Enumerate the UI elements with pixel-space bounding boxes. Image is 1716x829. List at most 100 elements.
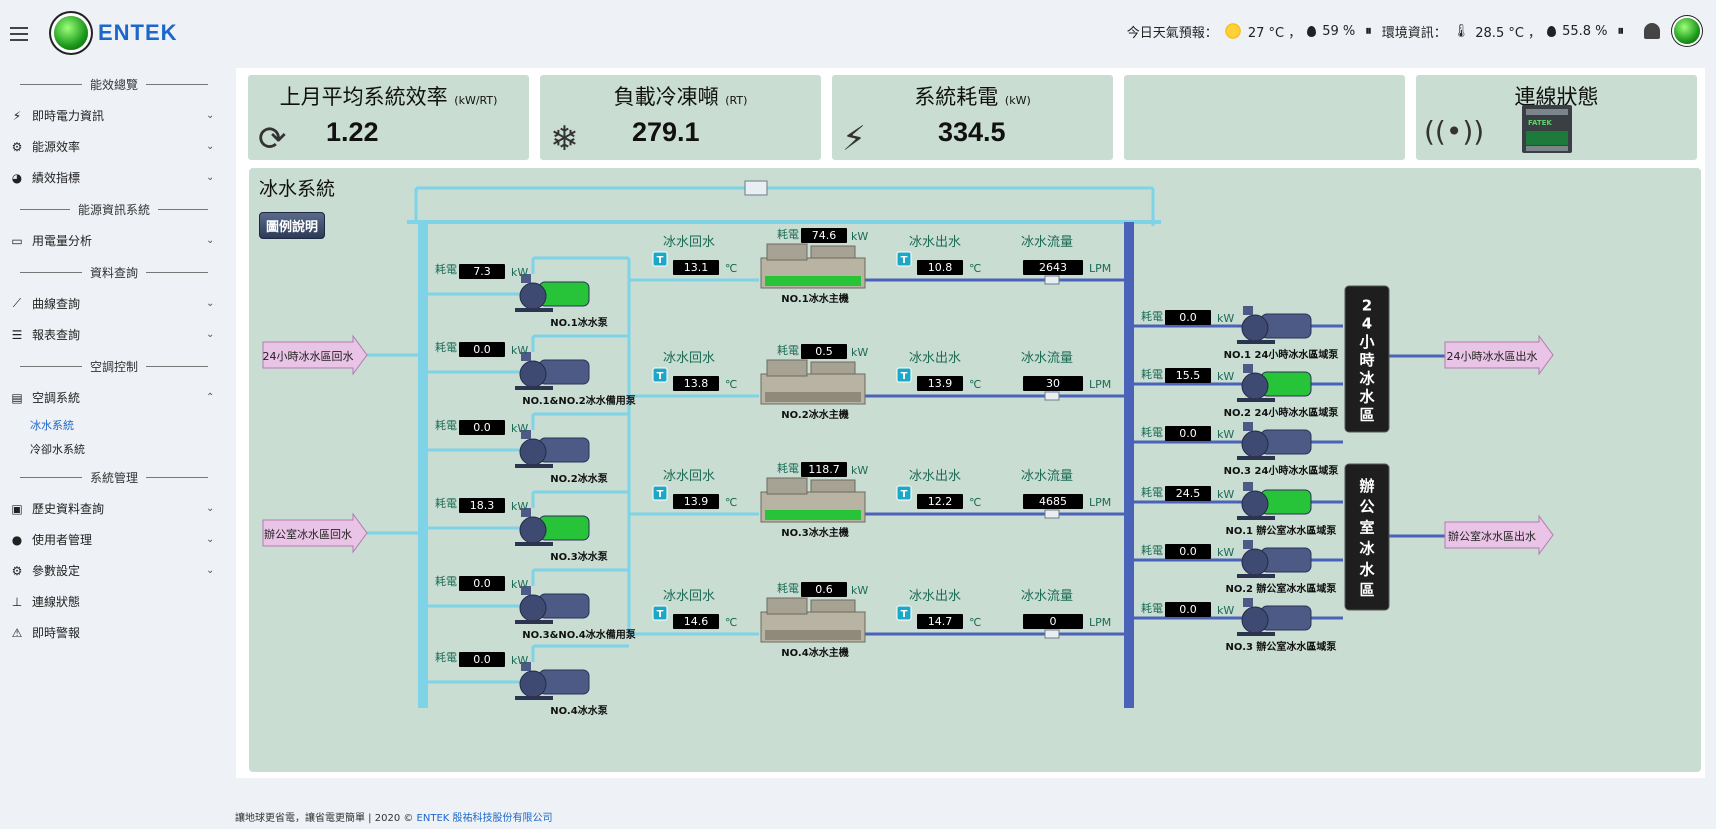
- sidebar-item-kpi[interactable]: ◕ 績效指標 ⌄: [0, 162, 228, 193]
- inlet-24h-label: 24小時冰水區回水: [263, 350, 354, 363]
- top-header: ENTEK 今日天氣預報： 27 °C ， 59 % ⏸ 環境資訊： 🌡 28.…: [0, 0, 1716, 68]
- chiller-4-supply-temp: 14.7: [928, 615, 953, 628]
- sun-icon: [1223, 22, 1242, 40]
- chevron-down-icon: ⌄: [206, 565, 215, 576]
- pump-2-name: NO.1&NO.2冰水備用泵: [522, 394, 637, 407]
- return-water-label: 冰水回水: [663, 469, 715, 484]
- zone-pump-5-outlet: [1243, 540, 1253, 549]
- pump-1-name: NO.1冰水泵: [550, 316, 608, 329]
- return-water-label: 冰水回水: [663, 351, 715, 366]
- load-value: 279.1: [632, 117, 700, 147]
- chiller-4-condenser: [810, 599, 856, 613]
- zone-pump-4-name: NO.1 辦公室冰水區域泵: [1226, 524, 1338, 537]
- sidebar-item-user-management[interactable]: ● 使用者管理 ⌄: [0, 524, 228, 555]
- zone-pump-3-kw: 0.0: [1179, 427, 1197, 440]
- power-label: 耗電: [777, 344, 799, 357]
- warning-icon: ⚠: [11, 625, 23, 640]
- power-label: 耗電: [435, 341, 457, 354]
- wireless-signal-icon: ((•)): [1424, 115, 1485, 148]
- chiller-1-return-temp: 13.1: [684, 261, 709, 274]
- kw-unit: kW: [511, 344, 528, 357]
- chiller-4-indicator: [765, 630, 861, 640]
- chiller-2-return-temp: 13.8: [684, 377, 709, 390]
- chiller-1-supply-temp: 10.8: [928, 261, 953, 274]
- sidebar-item-realtime-power[interactable]: ⚡ 即時電力資訊 ⌄: [0, 100, 228, 131]
- app-logo[interactable]: ENTEK: [54, 16, 178, 50]
- zone-pump-6-volute: [1241, 606, 1269, 634]
- power-label: 耗電: [777, 462, 799, 475]
- efficiency-value: 1.22: [326, 117, 379, 147]
- chiller-4-name: NO.4冰水主機: [781, 646, 848, 659]
- company-link[interactable]: ENTEK 殷祐科技股份有限公司: [417, 813, 553, 824]
- zone-pump-2-kw: 15.5: [1176, 369, 1201, 382]
- sidebar-item-connection[interactable]: ⊥ 連線狀態: [0, 586, 228, 617]
- celsius-unit: ℃: [969, 378, 981, 391]
- main-content: 上月平均系統效率 (kW/RT) ⟳ 1.22 負載冷凍噸 (RT) ❄ 279…: [236, 68, 1705, 778]
- pump-2-kw: 0.0: [473, 343, 491, 356]
- chevron-up-icon: ⌃: [206, 392, 215, 403]
- bell-icon[interactable]: [1644, 23, 1660, 39]
- user-avatar[interactable]: [1674, 18, 1700, 44]
- kw-unit: kW: [851, 346, 868, 359]
- pump-3-motor: [538, 437, 590, 463]
- chiller-1-kw: 74.6: [812, 229, 837, 242]
- separator: ⏸: [1617, 23, 1625, 39]
- zone-pump-5-motor: [1260, 547, 1312, 573]
- sidebar-item-usage-analysis[interactable]: ▭ 用電量分析 ⌄: [0, 225, 228, 256]
- zone-office-char: 冰: [1359, 539, 1375, 557]
- pump-4-motor: [538, 515, 590, 541]
- supply-water-label: 冰水出水: [909, 351, 961, 366]
- pump-1-motor: [538, 281, 590, 307]
- sidebar-section-head: 空調控制: [0, 350, 228, 382]
- sidebar-item-alarms[interactable]: ⚠ 即時警報: [0, 617, 228, 648]
- chiller-2-name: NO.2冰水主機: [781, 408, 848, 421]
- lpm-unit: LPM: [1089, 616, 1111, 629]
- logo-globe-icon: [54, 16, 88, 50]
- chiller-4-compressor: [766, 597, 808, 615]
- zone-office-char: 室: [1359, 519, 1374, 537]
- sidebar-item-energy-efficiency[interactable]: ⚙ 能源效率 ⌄: [0, 131, 228, 162]
- zone-pump-5-base: [1237, 574, 1275, 578]
- weather-info: 今日天氣預報： 27 °C ， 59 % ⏸ 環境資訊： 🌡 28.5 °C ，…: [1127, 18, 1700, 44]
- gauge-icon: ◕: [11, 170, 23, 185]
- celsius-unit: ℃: [969, 616, 981, 629]
- sidebar-section-head: 能源資訊系統: [0, 193, 228, 225]
- sidebar-item-curve-query[interactable]: ⟋ 曲線查詢 ⌄: [0, 288, 228, 319]
- diagram-title: 冰水系統: [259, 178, 336, 200]
- zone-pump-3-base: [1237, 456, 1275, 460]
- chevron-down-icon: ⌄: [206, 172, 215, 183]
- chiller-2-condenser: [810, 361, 856, 375]
- refresh-icon: ⟳: [258, 119, 287, 159]
- load-card: 負載冷凍噸 (RT) ❄ 279.1: [540, 75, 821, 160]
- flow-label: 冰水流量: [1021, 351, 1073, 366]
- sidebar-subitem-chilled-water[interactable]: 冰水系統: [0, 413, 228, 437]
- empty-card: [1124, 75, 1405, 160]
- legend-button[interactable]: 圖例說明: [259, 212, 326, 239]
- snowflake-icon: ❄: [550, 119, 579, 159]
- pump-3-name: NO.2冰水泵: [550, 472, 608, 485]
- supply-water-label: 冰水出水: [909, 469, 961, 484]
- sidebar-item-hvac-system[interactable]: ▤ 空調系統 ⌃: [0, 382, 228, 413]
- zone-pump-1-kw: 0.0: [1179, 311, 1197, 324]
- lpm-unit: LPM: [1089, 378, 1111, 391]
- pump-5-volute: [519, 594, 547, 622]
- pump-6-base: [515, 696, 553, 700]
- zone-pump-2-volute: [1241, 372, 1269, 400]
- sidebar-item-settings[interactable]: ⚙ 參數設定 ⌄: [0, 555, 228, 586]
- chiller-1-flow: 2643: [1039, 261, 1067, 274]
- zone-pump-1-motor: [1260, 313, 1312, 339]
- power-label: 耗電: [1141, 310, 1163, 323]
- sidebar-subitem-cooling-water[interactable]: 冷卻水系統: [0, 437, 228, 461]
- temperature-sensor-label: T: [657, 489, 664, 500]
- sidebar-item-report-query[interactable]: ☰ 報表查詢 ⌄: [0, 319, 228, 350]
- sidebar-item-history[interactable]: ▣ 歷史資料查詢 ⌄: [0, 493, 228, 524]
- gears-icon: ⚙: [11, 563, 23, 578]
- menu-icon[interactable]: [10, 27, 28, 41]
- chiller-4-flow: 0: [1050, 615, 1057, 628]
- pump-1-base: [515, 308, 553, 312]
- outlet-office-label: 辦公室冰水區出水: [1448, 529, 1536, 543]
- hvac-icon: ▤: [11, 390, 23, 405]
- temperature-sensor-label: T: [657, 371, 664, 382]
- power-label: 耗電: [435, 497, 457, 510]
- zone-pump-4-outlet: [1243, 482, 1253, 491]
